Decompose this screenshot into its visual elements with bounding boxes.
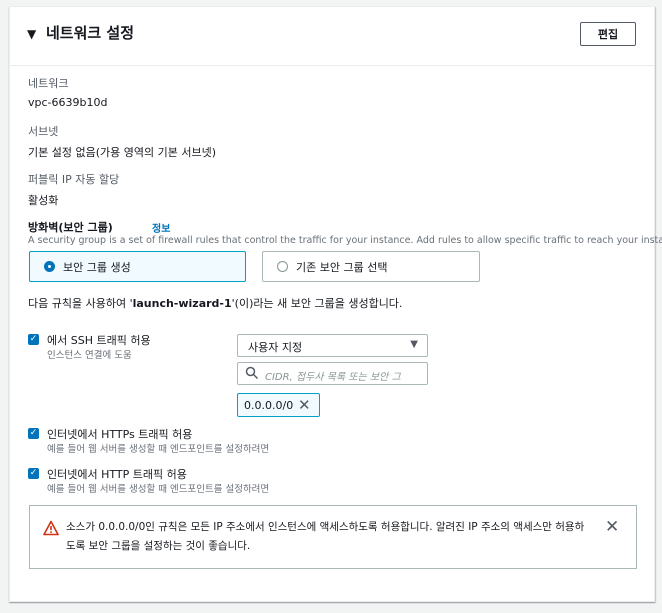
cidr-search-input[interactable]: CIDR, 접두사 목록 또는 보안 그 xyxy=(237,362,428,385)
firewall-info-link[interactable]: 정보 xyxy=(152,220,170,235)
select-value: 사용자 지정 xyxy=(248,341,303,354)
public-ip-label: 퍼블릭 IP 자동 할당 xyxy=(28,173,120,186)
option-label: 보안 그룹 생성 xyxy=(63,260,131,274)
firewall-title: 방화벽(보안 그룹) xyxy=(28,221,113,234)
subnet-label: 서브넷 xyxy=(28,125,59,138)
ssh-source-select[interactable]: 사용자 지정 ▼ xyxy=(237,334,428,357)
warning-icon xyxy=(43,520,59,536)
create-security-group-option[interactable]: 보안 그룹 생성 xyxy=(29,251,246,282)
ssh-rule-label: 에서 SSH 트래픽 허용 xyxy=(47,334,151,347)
cidr-token: 0.0.0.0/0 ✕ xyxy=(237,393,320,417)
edit-button[interactable]: 편집 xyxy=(580,22,636,46)
public-ip-value: 활성화 xyxy=(28,194,59,207)
firewall-description: A security group is a set of firewall ru… xyxy=(28,235,662,246)
close-icon[interactable]: ✕ xyxy=(605,517,619,537)
http-rule-label: 인터넷에서 HTTP 트래픽 허용 xyxy=(47,468,187,481)
dropdown-caret-icon: ▼ xyxy=(410,339,418,350)
remove-token-icon[interactable]: ✕ xyxy=(298,396,311,414)
panel-header: ▼ 네트워크 설정 편집 xyxy=(10,7,654,66)
radio-selected-icon xyxy=(44,261,55,272)
https-rule-label: 인터넷에서 HTTPs 트래픽 허용 xyxy=(47,428,193,441)
network-value: vpc-6639b10d xyxy=(28,96,108,109)
open-access-warning-alert: 소스가 0.0.0.0/0인 규칙은 모든 IP 주소에서 인스턴스에 액세스하… xyxy=(29,505,637,569)
search-icon xyxy=(245,366,259,380)
new-security-group-text: 다음 규칙을 사용하여 'launch-wizard-1'(이)라는 새 보안 … xyxy=(28,297,403,310)
security-group-name: launch-wizard-1 xyxy=(132,297,232,310)
https-checkbox[interactable]: ✓ xyxy=(28,428,39,439)
alert-text: 소스가 0.0.0.0/0인 규칙은 모든 IP 주소에서 인스턴스에 액세스하… xyxy=(66,521,585,552)
http-rule-description: 예를 들어 웹 서버를 생성할 때 엔드포인트를 설정하려면 xyxy=(47,484,270,495)
network-settings-panel: ▼ 네트워크 설정 편집 네트워크 vpc-6639b10d 서브넷 기본 설정… xyxy=(9,6,662,602)
network-label: 네트워크 xyxy=(28,77,69,90)
ssh-checkbox[interactable]: ✓ xyxy=(28,334,39,345)
select-existing-security-group-option[interactable]: 기존 보안 그룹 선택 xyxy=(262,251,480,282)
search-placeholder: CIDR, 접두사 목록 또는 보안 그 xyxy=(265,372,401,383)
http-checkbox[interactable]: ✓ xyxy=(28,468,39,479)
collapse-caret-icon[interactable]: ▼ xyxy=(27,27,36,41)
https-rule-description: 예를 들어 웹 서버를 생성할 때 엔드포인트를 설정하려면 xyxy=(47,444,270,455)
token-value: 0.0.0.0/0 xyxy=(244,399,294,412)
ssh-rule-description: 인스턴스 연결에 도움 xyxy=(47,350,132,361)
radio-unselected-icon xyxy=(277,261,288,272)
subnet-value: 기본 설정 없음(가용 영역의 기본 서브넷) xyxy=(28,146,216,159)
panel-title: 네트워크 설정 xyxy=(46,24,135,42)
option-label: 기존 보안 그룹 선택 xyxy=(296,260,388,274)
